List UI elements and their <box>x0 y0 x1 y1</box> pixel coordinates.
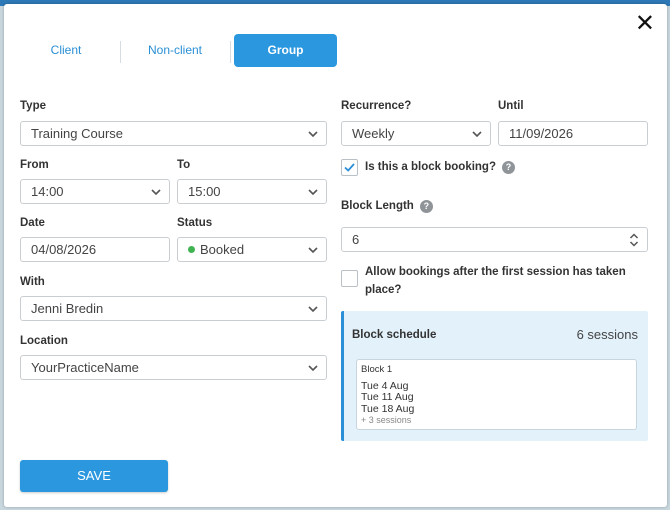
until-label: Until <box>498 100 524 112</box>
schedule-block-card: Block 1 Tue 4 Aug Tue 11 Aug Tue 18 Aug … <box>356 359 637 430</box>
tab-divider <box>230 41 231 63</box>
checkmark-icon <box>344 163 355 172</box>
block-schedule-panel: Block schedule 6 sessions Block 1 Tue 4 … <box>341 311 648 441</box>
save-button[interactable]: SAVE <box>20 460 168 492</box>
date-label: Date <box>20 217 45 229</box>
date-input[interactable]: 04/08/2026 <box>20 237 170 262</box>
type-value: Training Course <box>31 126 124 141</box>
from-value: 14:00 <box>31 184 64 199</box>
location-select[interactable]: YourPracticeName <box>20 355 327 380</box>
chevron-down-icon <box>308 364 318 373</box>
until-input[interactable]: 11/09/2026 <box>498 121 648 146</box>
block-label: Block 1 <box>361 364 393 375</box>
from-label: From <box>20 159 49 171</box>
chevron-down-icon <box>308 305 318 314</box>
date-value: 04/08/2026 <box>31 242 97 257</box>
tab-non-client[interactable]: Non-client <box>120 34 230 67</box>
close-icon[interactable]: ✕ <box>635 11 655 35</box>
chevron-down-icon <box>308 130 318 139</box>
chevron-down-icon <box>308 246 318 255</box>
block-booking-checkbox[interactable] <box>341 159 358 176</box>
chevron-down-icon <box>472 130 482 139</box>
with-value: Jenni Bredin <box>31 301 104 316</box>
session-item: Tue 11 Aug <box>361 391 414 403</box>
location-label: Location <box>20 335 68 347</box>
more-sessions: + 3 sessions <box>361 415 412 425</box>
location-value: YourPracticeName <box>31 360 139 375</box>
type-label: Type <box>20 100 46 112</box>
recurrence-label: Recurrence? <box>341 100 412 112</box>
schedule-title: Block schedule <box>352 329 437 341</box>
block-length-value: 6 <box>352 232 360 247</box>
allow-bookings-label: Allow bookings after the first session h… <box>365 266 626 296</box>
block-booking-label: Is this a block booking?? <box>365 159 515 176</box>
to-label: To <box>177 159 191 171</box>
tab-client[interactable]: Client <box>20 34 112 67</box>
to-value: 15:00 <box>188 184 221 199</box>
schedule-count: 6 sessions <box>576 327 638 342</box>
allow-bookings-checkbox[interactable] <box>341 270 358 287</box>
with-select[interactable]: Jenni Bredin <box>20 296 327 321</box>
chevron-down-icon <box>151 188 161 197</box>
session-item: Tue 18 Aug <box>361 402 415 415</box>
with-label: With <box>20 276 45 288</box>
status-label: Status <box>177 217 213 229</box>
tab-group[interactable]: Group <box>234 34 337 67</box>
chevron-down-icon <box>308 188 318 197</box>
stepper-icon[interactable] <box>629 232 639 248</box>
status-value: Booked <box>200 242 245 257</box>
to-select[interactable]: 15:00 <box>177 179 327 204</box>
status-dot-icon <box>188 246 195 253</box>
appointment-modal: ✕ Client Non-client Group Type Training … <box>4 4 667 507</box>
status-select[interactable]: Booked <box>177 237 327 262</box>
recurrence-value: Weekly <box>352 126 395 141</box>
type-select[interactable]: Training Course <box>20 121 327 146</box>
help-icon[interactable]: ? <box>502 161 515 174</box>
recurrence-select[interactable]: Weekly <box>341 121 491 146</box>
block-length-input[interactable]: 6 <box>341 227 648 252</box>
until-value: 11/09/2026 <box>509 126 574 141</box>
block-length-label: Block Length? <box>341 200 433 213</box>
from-select[interactable]: 14:00 <box>20 179 170 204</box>
help-icon[interactable]: ? <box>419 200 433 213</box>
